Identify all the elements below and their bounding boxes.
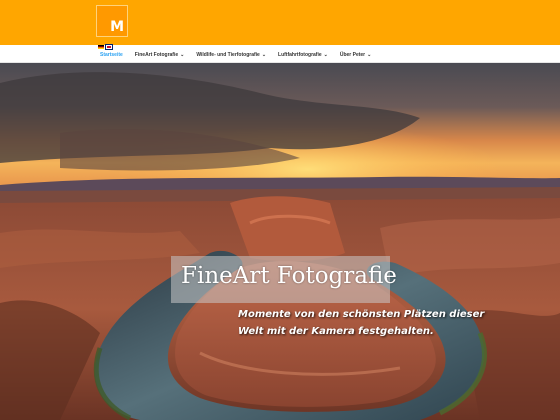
chevron-down-icon: ⌄ (323, 52, 328, 58)
canyon-landscape-image (0, 63, 560, 420)
nav-item-label: Luftfahrtfotografie (278, 52, 322, 58)
chevron-down-icon: ⌄ (367, 52, 372, 58)
main-navigation: Startseite FineArt Fotografie ⌄ Wildlife… (0, 44, 560, 63)
nav-item-label: Über Peter (339, 52, 366, 58)
flag-de-icon[interactable] (98, 45, 104, 49)
nav-menu: Startseite FineArt Fotografie ⌄ Wildlife… (100, 52, 383, 58)
chevron-down-icon: ⌄ (180, 52, 185, 58)
hero-title: FineArt Fotografie (181, 263, 397, 289)
nav-item-label: Wildlife- und Tierfotografie (196, 52, 260, 58)
nav-item-label: Startseite (100, 52, 123, 58)
nav-item-wildlife[interactable]: Wildlife- und Tierfotografie ⌄ (196, 52, 266, 58)
hero-subtitle: Momente von den schönsten Plätzen dieser… (238, 309, 485, 337)
hero-image (0, 63, 560, 420)
logo-letter: M (110, 19, 124, 35)
nav-item-ueber-peter[interactable]: Über Peter ⌄ (340, 52, 372, 58)
nav-item-startseite[interactable]: Startseite (100, 52, 123, 58)
chevron-down-icon: ⌄ (261, 52, 267, 58)
nav-item-fineart-fotografie[interactable]: FineArt Fotografie ⌄ (135, 52, 185, 58)
nav-item-luftfahrtfotografie[interactable]: Luftfahrtfotografie ⌄ (278, 52, 328, 58)
site-logo[interactable]: M (96, 5, 128, 37)
nav-item-label: FineArt Fotografie (134, 52, 179, 58)
language-switcher (98, 44, 113, 50)
header-bar: M (0, 0, 560, 45)
flag-en-icon[interactable] (105, 44, 113, 50)
